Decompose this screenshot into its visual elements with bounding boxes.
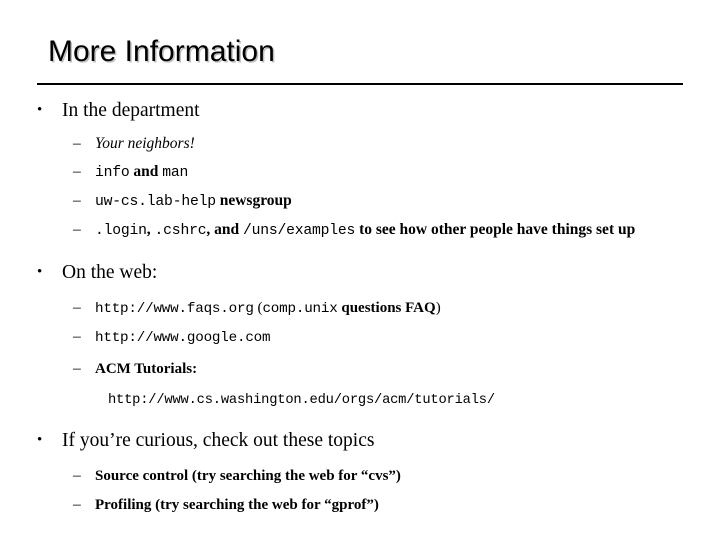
link-faqs-org[interactable]: http://www.faqs.org xyxy=(95,301,254,317)
faq-description: questions FAQ xyxy=(337,300,436,316)
title-divider xyxy=(37,83,683,85)
sub-bullet-dotfiles-examples: – .login, .cshrc, and /uns/examples to s… xyxy=(0,219,720,242)
file-login: .login xyxy=(95,223,147,239)
section-heading-label: On the web: xyxy=(62,262,158,283)
newsgroup-comp-unix: comp.unix xyxy=(262,301,338,317)
section-heading-label: In the department xyxy=(62,100,200,121)
path-uns-examples: /uns/examples xyxy=(242,223,356,239)
acm-tutorials-url-line: http://www.cs.washington.edu/orgs/acm/tu… xyxy=(0,388,720,412)
sub-bullet-acm-tutorials: – ACM Tutorials: xyxy=(0,358,720,380)
section-heading-label: If you’re curious, check out these topic… xyxy=(62,430,375,451)
bullet-icon: • xyxy=(37,264,43,280)
sub-bullet-label: Profiling (try searching the web for “gp… xyxy=(95,497,379,513)
newsgroup-name: uw-cs.lab-help xyxy=(95,194,216,210)
link-acm-tutorials[interactable]: http://www.cs.washington.edu/orgs/acm/tu… xyxy=(108,393,495,408)
dash-icon: – xyxy=(73,467,81,484)
dash-icon: – xyxy=(73,299,81,316)
dotfiles-description: to see how other people have things set … xyxy=(355,221,636,238)
dash-icon: – xyxy=(73,328,81,345)
sub-bullet-source-control: – Source control (try searching the web … xyxy=(0,465,720,487)
sub-bullet-faqs-org: – http://www.faqs.org (comp.unix questio… xyxy=(0,297,720,320)
slide: More Information • In the department – Y… xyxy=(0,0,720,540)
bullet-if-youre-curious: • If you’re curious, check out these top… xyxy=(0,428,720,453)
acm-tutorials-label: ACM Tutorials: xyxy=(95,361,198,377)
page-title: More Information xyxy=(48,35,275,68)
sub-bullet-info-and-man: – info and man xyxy=(0,161,720,184)
sub-bullet-profiling: – Profiling (try searching the web for “… xyxy=(0,494,720,516)
bullet-in-the-department: • In the department xyxy=(0,98,720,123)
dash-icon: – xyxy=(73,135,81,152)
conjunction-and: and xyxy=(129,163,163,180)
sub-bullet-label: Source control (try searching the web fo… xyxy=(95,468,401,484)
link-google[interactable]: http://www.google.com xyxy=(95,330,271,346)
sub-bullet-label: Your neighbors! xyxy=(95,135,195,152)
sub-bullet-google: – http://www.google.com xyxy=(0,326,720,349)
dash-icon: – xyxy=(73,192,81,209)
command-man: man xyxy=(162,165,189,181)
file-cshrc: .cshrc xyxy=(154,223,207,239)
sub-bullet-your-neighbors: – Your neighbors! xyxy=(0,133,720,155)
dash-icon: – xyxy=(73,496,81,513)
dash-icon: – xyxy=(73,221,81,238)
sub-bullet-lab-help-newsgroup: – uw-cs.lab-help newsgroup xyxy=(0,190,720,213)
conjunction-and: , and xyxy=(206,221,243,238)
command-info: info xyxy=(95,165,130,181)
bullet-icon: • xyxy=(37,102,43,118)
dash-icon: – xyxy=(73,163,81,180)
separator-comma: , xyxy=(146,221,155,238)
slide-body: • In the department – Your neighbors! – … xyxy=(0,98,720,516)
bullet-icon: • xyxy=(37,432,43,448)
paren-close: ) xyxy=(435,300,441,316)
bullet-on-the-web: • On the web: xyxy=(0,260,720,285)
dash-icon: – xyxy=(73,360,81,377)
newsgroup-label: newsgroup xyxy=(215,192,292,209)
